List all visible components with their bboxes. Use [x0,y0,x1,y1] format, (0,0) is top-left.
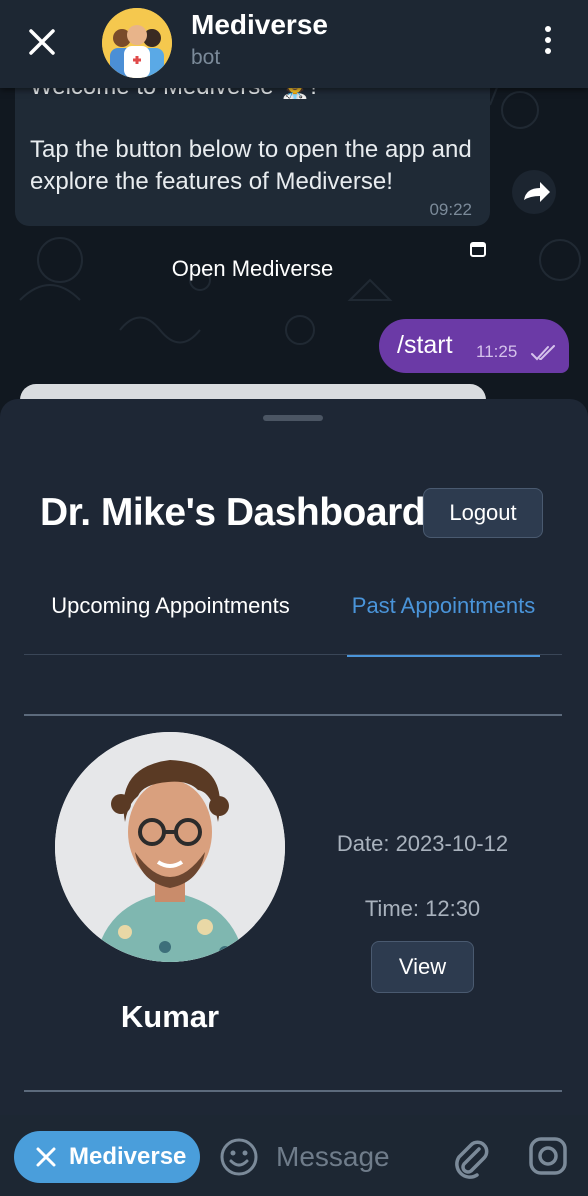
appointment-date: Date: 2023-10-12 [336,831,509,856]
share-button[interactable] [512,170,556,214]
share-icon [524,182,550,202]
camera-icon[interactable] [527,1135,569,1177]
message-input-bar: Mediverse [0,1115,588,1196]
patient-name: Kumar [120,999,220,1034]
sheet-drag-handle[interactable] [263,415,323,421]
open-mediverse-button[interactable]: Open Mediverse [15,256,490,282]
card-divider-bottom [24,1090,562,1092]
view-appointment-button[interactable]: View [371,941,474,993]
tab-upcoming-appointments[interactable]: Upcoming Appointments [24,593,317,657]
card-divider-top [24,714,562,716]
chat-header: Mediverse bot [0,0,588,88]
close-button[interactable] [22,22,62,62]
paperclip-icon[interactable] [451,1135,491,1179]
welcome-text: Tap the button below to open the app and… [30,136,472,195]
logout-button[interactable]: Logout [423,488,543,538]
dashboard-title: Dr. Mike's Dashboard [40,491,426,534]
double-check-icon [531,345,555,361]
close-icon [29,29,55,55]
tabs-divider [24,654,562,655]
patient-avatar [55,732,285,962]
webapp-sheet: Dr. Mike's Dashboard Logout Upcoming App… [0,399,588,1115]
chat-title[interactable]: Mediverse [191,9,328,41]
user-message-time: 11:25 [476,342,518,361]
tab-past-appointments[interactable]: Past Appointments [347,593,540,657]
chat-subtitle: bot [191,46,221,69]
more-vertical-icon[interactable] [536,26,560,60]
user-command: /start [397,331,453,359]
bot-avatar[interactable] [102,8,172,78]
emoji-icon[interactable] [218,1136,260,1178]
message-time: 09:22 [429,200,472,219]
webapp-icon [470,242,486,257]
app-chip-label: Mediverse [69,1143,187,1170]
close-icon [36,1147,56,1167]
appointment-time: Time: 12:30 [364,896,481,921]
user-message: /start 11:25 [379,319,569,373]
mediverse-app-chip[interactable]: Mediverse [14,1131,200,1183]
message-input[interactable] [276,1135,436,1179]
